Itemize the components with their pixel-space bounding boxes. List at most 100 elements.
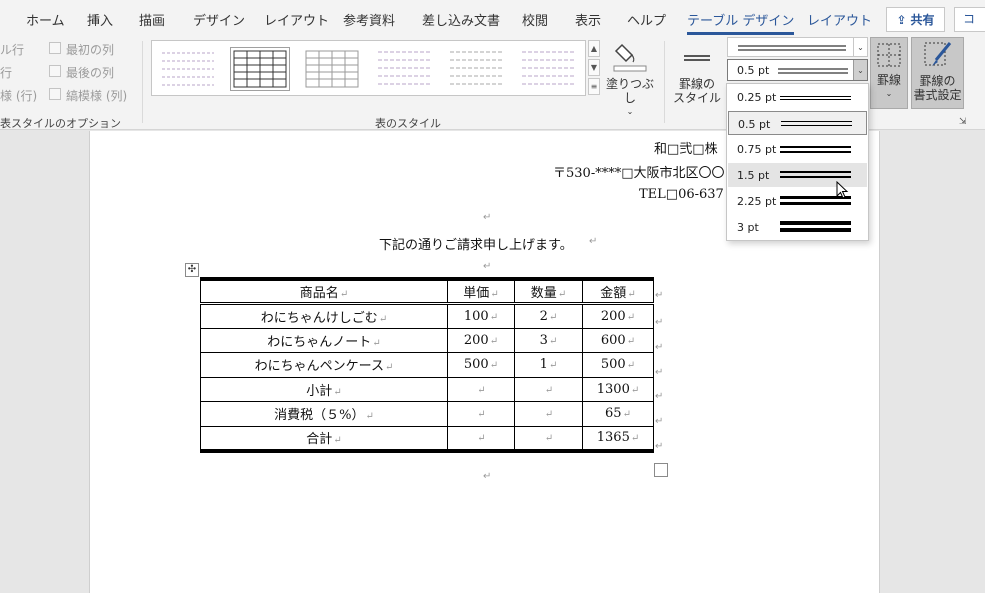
tab-layout[interactable]: レイアウト [264, 10, 329, 29]
table-cell[interactable]: 1365↵ [582, 425, 654, 451]
table-style-dashed-1[interactable] [374, 47, 434, 91]
table-style-plain[interactable] [158, 47, 218, 91]
table-cell[interactable]: 3↵ [514, 327, 583, 353]
tab-design[interactable]: デザイン [193, 10, 245, 29]
invoice-table[interactable]: 商品名↵ 単価↵ 数量↵ 金額↵ わにちゃんけしごむ↵ 100↵ 2↵ 200↵… [200, 277, 654, 453]
table-resize-handle[interactable] [654, 463, 668, 477]
tab-mailings[interactable]: 差し込み文書 [422, 10, 500, 29]
table-cell[interactable]: 200↵ [582, 303, 654, 329]
shading-label: 塗りつぶし [605, 77, 655, 105]
table-cell[interactable]: 2↵ [514, 303, 583, 329]
gallery-up-button[interactable]: ▲ [588, 40, 600, 57]
table-header-cell[interactable]: 数量↵ [514, 278, 583, 305]
line-style-preview-icon [738, 45, 846, 51]
border-styles-label-2: スタイル [672, 91, 721, 105]
line-weight-select[interactable]: 0.5 pt ⌄ [727, 59, 868, 81]
first-column-checkbox[interactable] [49, 42, 61, 54]
borders-label: 罫線 [876, 73, 901, 87]
weight-option-0-25[interactable]: 0.25 pt [728, 85, 867, 109]
tab-help[interactable]: ヘルプ [627, 10, 666, 29]
border-painter-label-2: 書式設定 [913, 88, 962, 102]
total-row-option[interactable]: 行 [0, 64, 12, 81]
table-cell[interactable]: 500↵ [582, 352, 654, 378]
shading-chevron-icon: ⌄ [626, 107, 634, 116]
share-icon: ⇪ [896, 12, 907, 27]
weight-option-3[interactable]: 3 pt [728, 215, 867, 239]
line-style-select[interactable]: ⌄ [727, 37, 868, 57]
table-header-row: 商品名↵ 単価↵ 数量↵ 金額↵ [200, 278, 654, 305]
table-cell[interactable]: 1300↵ [582, 376, 654, 402]
table-cell[interactable]: 合計↵ [200, 425, 448, 451]
border-styles-button[interactable]: 罫線の スタイル [672, 43, 722, 115]
table-cell[interactable]: 200↵ [447, 327, 515, 353]
table-row: わにちゃんけしごむ↵ 100↵ 2↵ 200↵ [200, 303, 654, 329]
table-cell[interactable]: ↵ [447, 401, 515, 427]
tab-table-layout[interactable]: レイアウト [807, 10, 872, 29]
tab-references[interactable]: 参考資料 [343, 10, 395, 29]
share-label: 共有 [910, 13, 935, 27]
line-style-chevron-icon: ⌄ [853, 38, 867, 56]
table-cell[interactable]: 1↵ [514, 352, 583, 378]
tab-home[interactable]: ホーム [26, 10, 65, 29]
table-cell[interactable]: 600↵ [582, 327, 654, 353]
first-column-label: 最初の列 [66, 43, 115, 57]
comments-button[interactable]: コ [954, 7, 985, 32]
table-header-cell[interactable]: 単価↵ [447, 278, 515, 305]
share-button[interactable]: ⇪ 共有 [886, 7, 945, 32]
table-cell[interactable]: ↵ [514, 376, 583, 402]
table-cell[interactable]: わにちゃんけしごむ↵ [200, 303, 448, 329]
row-end-mark: ↵ [655, 342, 664, 353]
table-cell[interactable]: 100↵ [447, 303, 515, 329]
row-end-mark: ↵ [655, 441, 664, 452]
borders-chevron-icon: ⌄ [885, 89, 893, 98]
table-move-handle[interactable]: ✣ [185, 263, 199, 277]
table-cell[interactable]: 小計↵ [200, 376, 448, 402]
gallery-more-button[interactable]: ≡ [588, 78, 600, 95]
mouse-cursor-icon [836, 181, 849, 199]
table-cell[interactable]: 500↵ [447, 352, 515, 378]
table-style-dashed-3[interactable] [518, 47, 578, 91]
table-header-cell[interactable]: 金額↵ [582, 278, 654, 305]
banded-columns-checkbox[interactable] [49, 88, 61, 100]
tab-draw[interactable]: 描画 [139, 10, 165, 29]
tab-view[interactable]: 表示 [575, 10, 601, 29]
table-styles-gallery [151, 40, 586, 96]
table-header-cell[interactable]: 商品名↵ [200, 278, 448, 305]
table-cell[interactable]: ↵ [514, 425, 583, 451]
border-painter-button[interactable]: 罫線の 書式設定 [911, 37, 964, 109]
row-end-mark: ↵ [655, 367, 664, 378]
last-column-checkbox[interactable] [49, 65, 61, 77]
shading-button[interactable]: 塗りつぶし ⌄ [604, 39, 656, 116]
weight-option-0-5[interactable]: 0.5 pt [728, 111, 867, 135]
dialog-launcher-icon[interactable]: ⇲ [959, 117, 967, 127]
company-name: 和□弐□株 [654, 142, 718, 157]
table-row: 合計↵ ↵ ↵ 1365↵ [200, 425, 654, 451]
table-style-light-grid[interactable] [302, 47, 362, 91]
tab-insert[interactable]: 挿入 [87, 10, 113, 29]
border-styles-label-1: 罫線の [678, 77, 715, 91]
weight-option-0-75[interactable]: 0.75 pt [728, 137, 867, 161]
table-cell[interactable]: 65↵ [582, 401, 654, 427]
header-row-option[interactable]: ル行 [0, 41, 24, 58]
word-window: ホーム 挿入 描画 デザイン レイアウト 参考資料 差し込み文書 校閲 表示 ヘ… [0, 0, 985, 593]
banded-rows-option[interactable]: 様 (行) [0, 87, 37, 104]
borders-button[interactable]: 罫線 ⌄ [870, 37, 908, 109]
row-end-mark: ↵ [655, 391, 664, 402]
gallery-down-button[interactable]: ▼ [588, 59, 600, 76]
table-style-dashed-2[interactable] [446, 47, 506, 91]
tab-table-design[interactable]: テーブル デザイン [687, 10, 795, 35]
border-painter-icon [924, 42, 951, 66]
table-cell[interactable]: ↵ [447, 425, 515, 451]
table-cell[interactable]: わにちゃんペンケース↵ [200, 352, 448, 378]
table-style-grid-selected[interactable] [230, 47, 290, 91]
row-end-mark: ↵ [655, 416, 664, 427]
table-cell[interactable]: 消費税（５%）↵ [200, 401, 448, 427]
company-address: 〒530-****□大阪市北区〇〇 [553, 166, 725, 181]
company-tel: TEL□06-637 [639, 187, 724, 202]
table-cell[interactable]: わにちゃんノート↵ [200, 327, 448, 353]
tab-review[interactable]: 校閲 [522, 10, 548, 29]
table-cell[interactable]: ↵ [447, 376, 515, 402]
table-cell[interactable]: ↵ [514, 401, 583, 427]
table-row: わにちゃんペンケース↵ 500↵ 1↵ 500↵ [200, 352, 654, 378]
paragraph-mark: ↵ [483, 261, 492, 272]
